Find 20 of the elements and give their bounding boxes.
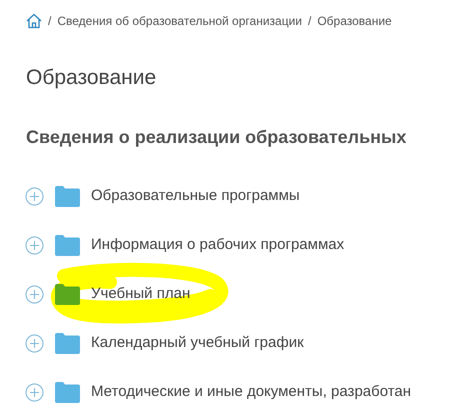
folder-icon	[55, 382, 80, 402]
folder-icon	[55, 332, 80, 354]
folder-label[interactable]: Образовательные программы	[91, 184, 300, 208]
page-title: Образование	[25, 65, 158, 91]
folder-icon	[55, 186, 80, 206]
breadcrumb-link[interactable]: Сведения об образовательной организации	[57, 12, 302, 30]
folder-label[interactable]: Методические и иные документы, разработан	[91, 380, 412, 404]
folder-label[interactable]: Календарный учебный график	[91, 332, 304, 354]
folder-icon	[55, 234, 80, 256]
folder-label[interactable]: Информация о рабочих программах	[91, 234, 344, 256]
expand-icon[interactable]	[25, 186, 44, 206]
home-icon[interactable]	[26, 12, 42, 28]
breadcrumb-separator: /	[48, 12, 52, 30]
expand-icon[interactable]	[25, 236, 44, 254]
expand-icon[interactable]	[25, 382, 44, 402]
folder-label[interactable]: Учебный план	[91, 282, 190, 306]
expand-icon[interactable]	[25, 284, 44, 304]
expand-icon[interactable]	[25, 334, 44, 352]
section-heading: Сведения о реализации образовательных	[25, 126, 408, 149]
breadcrumb-separator: /	[308, 12, 312, 30]
